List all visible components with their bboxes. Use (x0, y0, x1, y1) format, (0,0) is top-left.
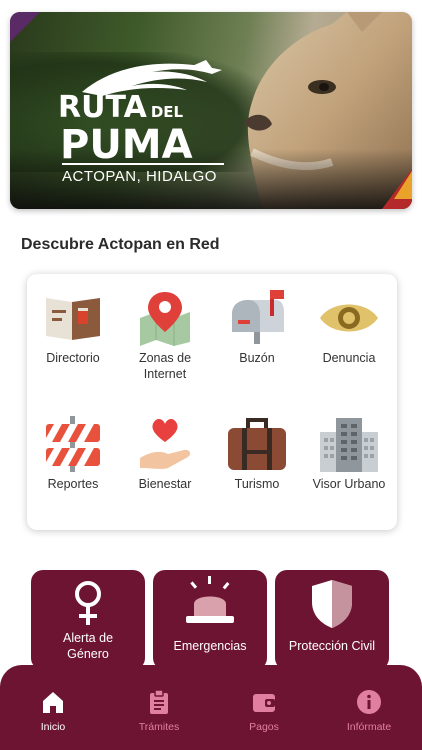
wallet-icon (253, 694, 275, 712)
siren-icon (186, 576, 234, 623)
service-bienestar[interactable]: Bienestar (119, 416, 211, 492)
tile-label: Alerta de Género (62, 631, 114, 661)
clipboard-icon (150, 689, 168, 714)
tile-label: Emergencias (173, 639, 247, 653)
hero-banner[interactable]: RUTA DEL PUMA ACTOPAN, HIDALGO (10, 12, 412, 209)
tile-alerta-genero[interactable]: Alerta de Género (31, 570, 145, 670)
nav-label: Inicio (40, 721, 66, 733)
banner-title-del: DEL (150, 103, 184, 121)
nav-label: Pagos (249, 721, 279, 733)
tile-emergencias[interactable]: Emergencias (153, 570, 267, 670)
service-reportes[interactable]: Reportes (27, 416, 119, 492)
tile-label: Protección Civil (288, 639, 376, 653)
service-label: Turismo (234, 477, 280, 491)
banner-title-ruta: RUTA (58, 90, 147, 125)
service-label: Zonas de Internet (138, 351, 192, 381)
buildings-icon (320, 418, 378, 472)
nav-inicio[interactable]: Inicio (13, 689, 93, 733)
barrier-icon (46, 416, 100, 472)
mailbox-icon (232, 290, 284, 344)
banner-title-line1: RUTA DEL (58, 92, 183, 124)
service-label: Bienestar (138, 477, 192, 491)
directory-book-icon (46, 298, 100, 340)
service-buzon[interactable]: Buzón (211, 290, 303, 366)
suitcase-icon (228, 418, 286, 470)
service-label: Buzón (239, 351, 275, 365)
nav-label: Infórmate (346, 721, 392, 733)
service-visor-urbano[interactable]: Visor Urbano (303, 416, 395, 492)
nav-informate[interactable]: Infórmate (329, 689, 409, 733)
banner-divider (62, 163, 224, 165)
service-denuncia[interactable]: Denuncia (303, 290, 395, 366)
nav-tramites[interactable]: Trámites (119, 689, 199, 733)
info-icon (357, 690, 381, 714)
nav-label: Trámites (138, 721, 180, 733)
services-card: Directorio Zonas de Internet Buzón Denun… (27, 274, 397, 530)
service-label: Reportes (47, 477, 99, 491)
corner-accent-orange (394, 171, 412, 199)
corner-accent (10, 12, 40, 42)
eye-icon (320, 304, 378, 332)
banner-title-puma: PUMA (60, 122, 193, 168)
service-label: Visor Urbano (312, 477, 386, 491)
service-turismo[interactable]: Turismo (211, 416, 303, 492)
home-icon (43, 692, 63, 713)
map-pin-icon (140, 292, 190, 346)
bottom-navigation: Inicio Trámites Pagos Infórmate (0, 665, 422, 750)
female-symbol-icon (75, 581, 101, 625)
shield-icon (312, 580, 352, 628)
section-title: Descubre Actopan en Red (21, 236, 220, 253)
banner-subtitle: ACTOPAN, HIDALGO (62, 168, 217, 185)
service-label: Directorio (46, 351, 100, 365)
service-zonas-internet[interactable]: Zonas de Internet (119, 290, 211, 382)
nav-pagos[interactable]: Pagos (224, 689, 304, 733)
service-label: Denuncia (322, 351, 376, 365)
tile-proteccion-civil[interactable]: Protección Civil (275, 570, 389, 670)
service-directorio[interactable]: Directorio (27, 290, 119, 366)
heart-hand-icon (140, 418, 191, 469)
